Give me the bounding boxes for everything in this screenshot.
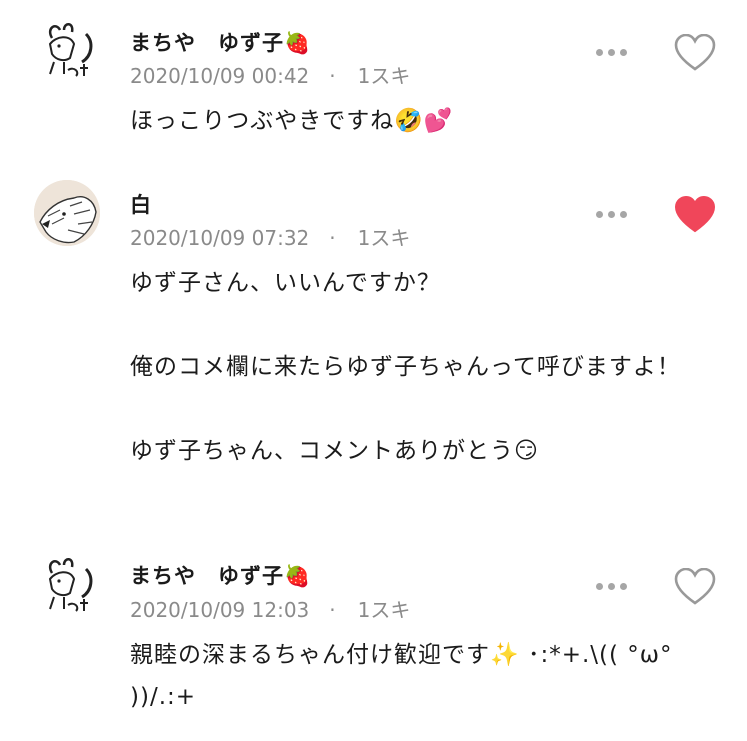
heart-icon[interactable] — [674, 196, 716, 234]
avatar[interactable] — [34, 553, 100, 619]
comment-body: ゆず子さん、いいんですか？ 俺のコメ欄に来たらゆず子ちゃんって呼びますよ！ ゆず… — [130, 270, 681, 464]
meta-separator: · — [329, 226, 336, 250]
avatar[interactable] — [34, 180, 100, 246]
comment-meta: 2020/10/09 07:32 · 1スキ — [130, 222, 410, 251]
comment-meta: 2020/10/09 00:42 · 1スキ — [130, 60, 410, 89]
avatar[interactable] — [34, 18, 100, 84]
like-count[interactable]: 1スキ — [358, 64, 411, 88]
comment-body: ほっこりつぶやきですね🤣💕 — [130, 108, 454, 134]
heart-icon[interactable] — [674, 568, 716, 606]
like-count[interactable]: 1スキ — [358, 226, 411, 250]
comment-author[interactable]: まちや ゆず子🍓 — [130, 560, 311, 590]
meta-separator: · — [329, 598, 336, 622]
more-dots-icon[interactable] — [596, 580, 632, 592]
goat-logo-icon — [48, 558, 93, 612]
goat-logo-icon — [48, 23, 93, 77]
comment-author[interactable]: まちや ゆず子🍓 — [130, 27, 311, 57]
more-dots-icon[interactable] — [596, 208, 632, 220]
comment-timestamp: 2020/10/09 12:03 — [130, 598, 310, 622]
heart-icon[interactable] — [674, 34, 716, 72]
comment-timestamp: 2020/10/09 00:42 — [130, 64, 310, 88]
comment-author[interactable]: 白 — [130, 189, 152, 219]
white-wolf-icon — [34, 180, 100, 246]
comment-body: 親睦の深まるちゃん付け歓迎です✨ ･:*+.\(( °ω° ))/.:+ — [130, 642, 681, 710]
meta-separator: · — [329, 64, 336, 88]
more-dots-icon[interactable] — [596, 46, 632, 58]
like-count[interactable]: 1スキ — [358, 598, 411, 622]
comment-meta: 2020/10/09 12:03 · 1スキ — [130, 594, 410, 623]
comment-timestamp: 2020/10/09 07:32 — [130, 226, 310, 250]
